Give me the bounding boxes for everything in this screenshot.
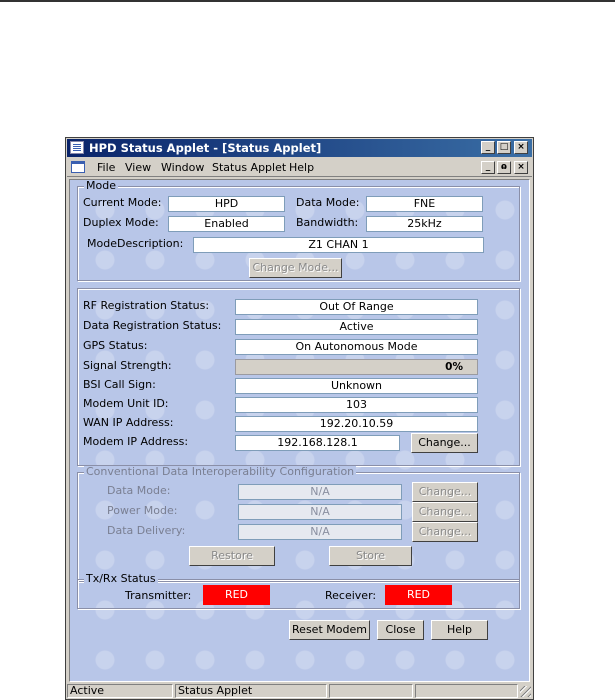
status-panel-4 (415, 684, 518, 698)
reset-modem-button[interactable]: Reset Modem (289, 620, 370, 640)
app-window: HPD Status Applet - [Status Applet] _ □ … (65, 137, 534, 700)
signal-strength-label: Signal Strength: (83, 359, 172, 372)
conv-power-mode-change-button[interactable]: Change... (412, 502, 478, 522)
mode-description-label: ModeDescription: (87, 237, 184, 250)
status-panel-state: Active (67, 684, 173, 698)
signal-strength-meter: 0% (235, 359, 478, 375)
data-registration-field: Active (235, 319, 478, 335)
receiver-label: Receiver: (325, 589, 377, 602)
bsi-call-sign-field: Unknown (235, 378, 478, 394)
document-icon[interactable] (71, 161, 85, 173)
modem-unit-id-label: Modem Unit ID: (83, 397, 169, 410)
status-panel-3 (329, 684, 413, 698)
child-restore-button[interactable]: ɷ (497, 161, 511, 174)
title-bar[interactable]: HPD Status Applet - [Status Applet] _ □ … (67, 139, 532, 157)
status-group: RF Registration Status: Out Of Range Dat… (77, 288, 520, 466)
rf-registration-label: RF Registration Status: (83, 299, 210, 312)
bandwidth-label: Bandwidth: (296, 216, 359, 229)
bsi-call-sign-label: BSI Call Sign: (83, 378, 156, 391)
data-registration-label: Data Registration Status: (83, 319, 222, 332)
modem-unit-id-field: 103 (235, 397, 478, 413)
duplex-mode-label: Duplex Mode: (83, 216, 159, 229)
child-minimize-button[interactable]: _ (481, 161, 495, 174)
menu-help[interactable]: Help (289, 161, 314, 174)
gps-status-field: On Autonomous Mode (235, 339, 478, 355)
status-bar: Active Status Applet (67, 684, 532, 698)
wan-ip-label: WAN IP Address: (83, 416, 174, 429)
mode-description-field: Z1 CHAN 1 (193, 237, 484, 253)
menu-view[interactable]: View (125, 161, 151, 174)
bandwidth-field: 25kHz (366, 216, 483, 232)
conv-power-mode-field: N/A (238, 504, 402, 520)
modem-ip-label: Modem IP Address: (83, 435, 189, 448)
conv-data-mode-label: Data Mode: (107, 484, 171, 497)
receiver-indicator: RED (385, 585, 452, 605)
change-mode-button[interactable]: Change Mode... (249, 258, 342, 278)
duplex-mode-field: Enabled (168, 216, 285, 232)
transmitter-label: Transmitter: (125, 589, 192, 602)
modem-ip-field: 192.168.128.1 (235, 435, 400, 451)
restore-button[interactable]: Restore (189, 546, 275, 566)
minimize-button[interactable]: _ (481, 141, 495, 154)
conventional-legend: Conventional Data Interoperability Confi… (84, 465, 357, 478)
menu-bar: File View Window Status Applet Help _ ɷ … (67, 158, 532, 177)
conv-power-mode-label: Power Mode: (107, 504, 178, 517)
maximize-button[interactable]: □ (497, 141, 511, 154)
menu-window[interactable]: Window (161, 161, 204, 174)
resize-grip[interactable] (520, 686, 531, 697)
txrx-legend: Tx/Rx Status (84, 572, 158, 585)
conventional-config-group: Conventional Data Interoperability Confi… (77, 466, 520, 582)
conv-data-delivery-change-button[interactable]: Change... (412, 522, 478, 542)
rf-registration-field: Out Of Range (235, 299, 478, 315)
conv-data-delivery-field: N/A (238, 524, 402, 540)
client-area: Mode Current Mode: HPD Data Mode: FNE Du… (69, 179, 530, 682)
mode-group: Mode Current Mode: HPD Data Mode: FNE Du… (77, 180, 520, 281)
gps-status-label: GPS Status: (83, 339, 148, 352)
data-mode-field: FNE (366, 196, 483, 212)
window-title: HPD Status Applet - [Status Applet] (89, 141, 322, 155)
current-mode-field: HPD (168, 196, 285, 212)
status-panel-applet: Status Applet (175, 684, 327, 698)
conv-data-mode-change-button[interactable]: Change... (412, 482, 478, 502)
wan-ip-field: 192.20.10.59 (235, 416, 478, 432)
help-button[interactable]: Help (431, 620, 488, 640)
child-close-button[interactable]: × (514, 161, 528, 174)
menu-status-applet[interactable]: Status Applet (212, 161, 286, 174)
close-dialog-button[interactable]: Close (377, 620, 424, 640)
mode-legend: Mode (84, 179, 118, 192)
conv-data-mode-field: N/A (238, 484, 402, 500)
top-rule (0, 0, 615, 2)
txrx-group: Tx/Rx Status Transmitter: RED Receiver: … (77, 573, 520, 609)
conv-data-delivery-label: Data Delivery: (107, 524, 186, 537)
transmitter-indicator: RED (203, 585, 270, 605)
store-button[interactable]: Store (329, 546, 412, 566)
menu-file[interactable]: File (97, 161, 115, 174)
signal-strength-percent: 0% (445, 361, 463, 373)
data-mode-label: Data Mode: (296, 196, 360, 209)
change-modem-ip-button[interactable]: Change... (411, 433, 478, 453)
current-mode-label: Current Mode: (83, 196, 162, 209)
app-icon[interactable] (70, 141, 84, 154)
close-button[interactable]: × (514, 141, 528, 154)
